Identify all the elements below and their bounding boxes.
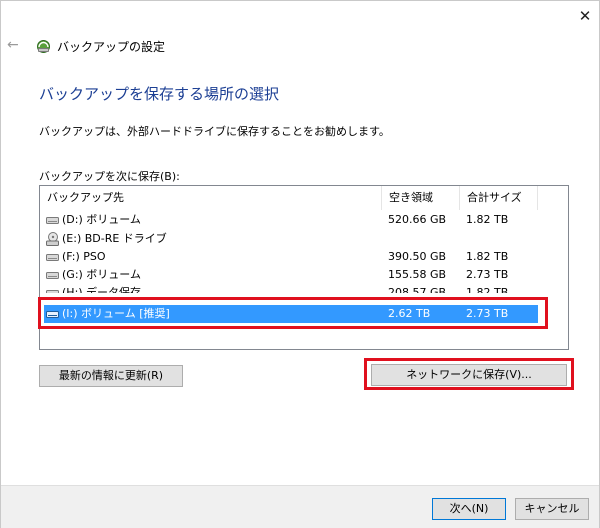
hard-drive-icon [46, 217, 59, 224]
drive-free-space: 520.66 GB [388, 213, 447, 226]
list-item-e-drive[interactable]: (E:) BD-RE ドライブ [40, 230, 568, 248]
refresh-button[interactable]: 最新の情報に更新(R) [39, 365, 183, 387]
drive-free-space: 208.57 GB [388, 286, 447, 293]
drive-name: (G:) ボリューム [62, 268, 141, 281]
network-button-highlight [364, 358, 574, 390]
drive-total-size: 1.82 TB [466, 286, 509, 293]
list-item-f-drive[interactable]: (F:) PSO 390.50 GB 1.82 TB [40, 248, 568, 266]
drive-free-space: 155.58 GB [388, 268, 447, 281]
cancel-button[interactable]: キャンセル [515, 498, 589, 520]
drive-total-size: 1.82 TB [466, 250, 509, 263]
hard-drive-icon [46, 254, 59, 261]
destination-list-label: バックアップを次に保存(B): [39, 170, 180, 183]
drive-total-size: 1.82 TB [466, 213, 509, 226]
list-item-g-drive[interactable]: (G:) ボリューム 155.58 GB 2.73 TB [40, 266, 568, 284]
drive-name: (E:) BD-RE ドライブ [62, 232, 167, 245]
backup-app-icon [37, 40, 50, 53]
back-button[interactable]: ← [7, 37, 25, 53]
back-arrow-icon: ← [7, 37, 19, 53]
column-header-destination[interactable]: バックアップ先 [40, 186, 382, 210]
close-button[interactable]: ✕ [573, 5, 597, 27]
list-item-d-drive[interactable]: (D:) ボリューム 520.66 GB 1.82 TB [40, 211, 568, 229]
optical-drive-icon [46, 232, 59, 246]
list-header: バックアップ先 空き領域 合計サイズ [40, 186, 568, 210]
drive-name: (H:) データ保存 [62, 286, 142, 293]
dialog-footer: 次へ(N) キャンセル [1, 485, 599, 528]
close-icon: ✕ [578, 7, 592, 25]
next-button[interactable]: 次へ(N) [432, 498, 506, 520]
hard-drive-icon [46, 290, 59, 293]
column-header-free-space[interactable]: 空き領域 [382, 186, 460, 210]
backup-settings-window: ✕ ← バックアップの設定 バックアップを保存する場所の選択 バックアップは、外… [0, 0, 600, 528]
page-heading: バックアップを保存する場所の選択 [39, 85, 280, 103]
drive-free-space: 390.50 GB [388, 250, 447, 263]
column-header-total-size[interactable]: 合計サイズ [460, 186, 538, 210]
page-description: バックアップは、外部ハードドライブに保存することをお勧めします。 [39, 125, 390, 138]
drive-name: (D:) ボリューム [62, 213, 141, 226]
drive-name: (F:) PSO [62, 250, 106, 263]
selected-drive-highlight [38, 297, 548, 329]
list-item-h-drive[interactable]: (H:) データ保存 208.57 GB 1.82 TB [40, 284, 568, 293]
drive-total-size: 2.73 TB [466, 268, 509, 281]
window-title: バックアップの設定 [57, 40, 166, 54]
hard-drive-icon [46, 272, 59, 279]
